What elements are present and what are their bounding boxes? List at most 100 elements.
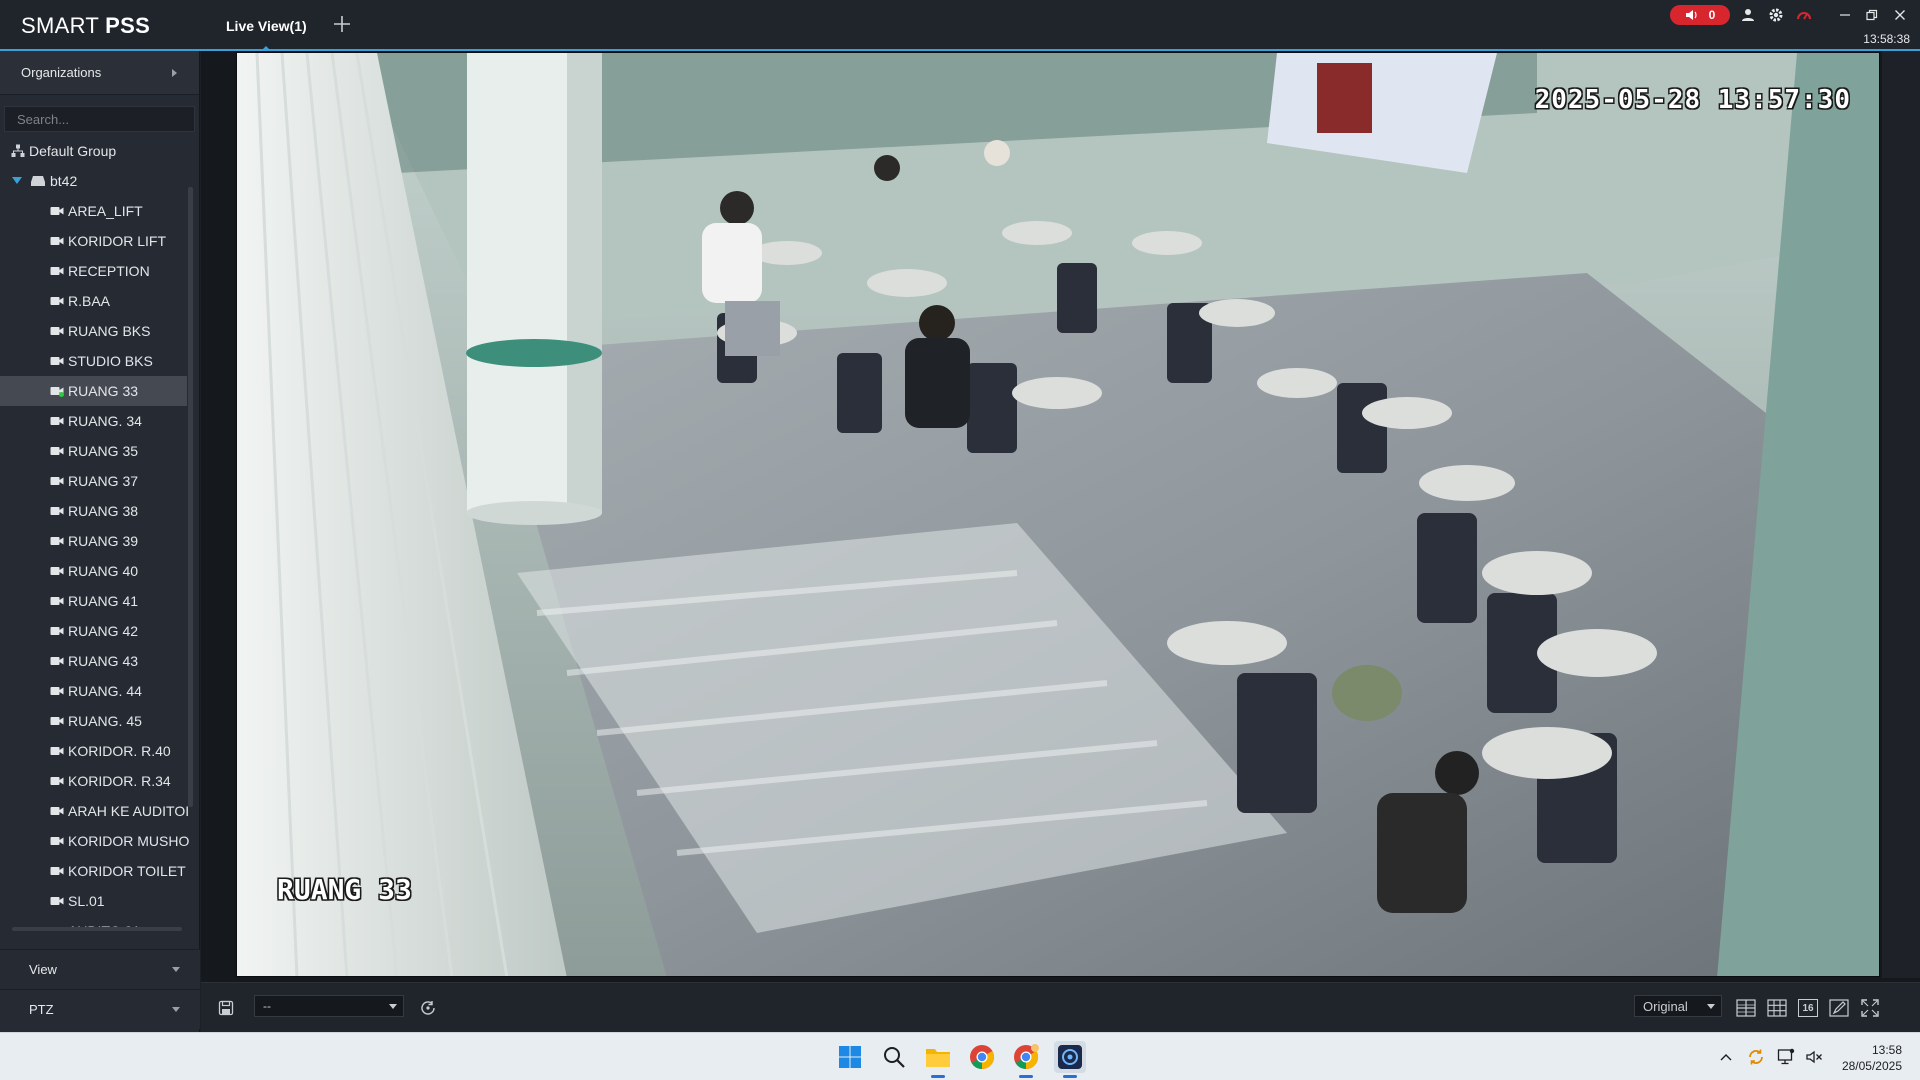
channel-label: AREA_LIFT: [68, 203, 143, 219]
view-section[interactable]: View: [0, 949, 200, 989]
add-tab-button[interactable]: [330, 12, 354, 36]
tree-channel-item[interactable]: RUANG 41: [0, 586, 190, 616]
close-button[interactable]: [1890, 5, 1910, 25]
tree-channel-item[interactable]: R.BAA: [0, 286, 190, 316]
performance-button[interactable]: [1794, 5, 1814, 25]
restore-button[interactable]: [1862, 5, 1882, 25]
tree-channel-item[interactable]: RUANG 40: [0, 556, 190, 586]
tree-channel-item[interactable]: KORIDOR LIFT: [0, 226, 190, 256]
layout-4-button[interactable]: [1734, 996, 1758, 1020]
tree-channel-item[interactable]: AUDITO 01: [0, 916, 190, 927]
restore-icon: [1866, 9, 1878, 21]
tree-scrollbar[interactable]: [188, 187, 193, 807]
organizations-header[interactable]: Organizations: [0, 51, 199, 95]
alarm-badge[interactable]: 0: [1670, 5, 1730, 25]
tree-channel-item[interactable]: RUANG 43: [0, 646, 190, 676]
chevron-down-icon: [172, 1006, 180, 1012]
channel-label: RUANG. 34: [68, 413, 142, 429]
tray-overflow-button[interactable]: [1716, 1047, 1736, 1067]
tree-channel-item[interactable]: SL.01: [0, 886, 190, 916]
custom-layout-button[interactable]: [1827, 996, 1851, 1020]
chevron-right-icon: [172, 68, 177, 77]
tree-channel-item[interactable]: RECEPTION: [0, 256, 190, 286]
tree-channel-item[interactable]: KORIDOR. R.34: [0, 766, 190, 796]
aspect-ratio-select[interactable]: Original: [1634, 995, 1722, 1017]
channel-label: RUANG 43: [68, 653, 139, 669]
fullscreen-button[interactable]: [1858, 996, 1882, 1020]
org-tree-icon: [11, 144, 25, 158]
video-right-panel: [1882, 51, 1920, 978]
taskbar-clock[interactable]: 13:58 28/05/2025: [1842, 1042, 1902, 1074]
start-button[interactable]: [834, 1041, 866, 1073]
fullscreen-icon: [1861, 999, 1879, 1017]
channel-label: RUANG 35: [68, 443, 139, 459]
tree-channel-item[interactable]: RUANG. 45: [0, 706, 190, 736]
search-box: [4, 106, 195, 132]
tree-channel-item[interactable]: KORIDOR MUSHO: [0, 826, 190, 856]
taskbar-search-button[interactable]: [878, 1041, 910, 1073]
channel-label: ARAH KE AUDITOI: [68, 803, 190, 819]
camera-icon: [50, 626, 64, 636]
channel-label: KORIDOR MUSHO: [68, 833, 190, 849]
ptz-section[interactable]: PTZ: [0, 989, 200, 1029]
camera-icon: [50, 266, 64, 276]
file-explorer-button[interactable]: [922, 1041, 954, 1078]
chrome-icon: [970, 1045, 995, 1069]
tray-sync-button[interactable]: [1746, 1047, 1766, 1067]
camera-icon: [50, 836, 64, 846]
tray-network-button[interactable]: [1776, 1047, 1796, 1067]
network-monitor-icon: [1777, 1048, 1795, 1065]
tree-channel-item[interactable]: RUANG BKS: [0, 316, 190, 346]
search-input[interactable]: [17, 111, 193, 127]
minimize-button[interactable]: [1835, 5, 1855, 25]
smart-pss-taskbar-button[interactable]: [1054, 1041, 1086, 1078]
refresh-button[interactable]: [416, 996, 440, 1020]
tree-channel-item[interactable]: KORIDOR TOILET: [0, 856, 190, 886]
camera-icon: [50, 716, 64, 726]
tab-live-view[interactable]: Live View(1): [212, 0, 321, 51]
channel-label: RUANG 38: [68, 503, 139, 519]
tree-channel-item[interactable]: RUANG 39: [0, 526, 190, 556]
camera-icon: [50, 506, 64, 516]
folder-icon: [926, 1049, 950, 1067]
settings-button[interactable]: [1766, 5, 1786, 25]
tree-device-bt42[interactable]: bt42: [0, 166, 190, 196]
tree-horizontal-scrollbar[interactable]: [12, 927, 182, 931]
tree-channel-item[interactable]: RUANG 37: [0, 466, 190, 496]
user-button[interactable]: [1738, 5, 1758, 25]
channel-label: RUANG 41: [68, 593, 139, 609]
tree-channel-item[interactable]: RUANG. 34: [0, 406, 190, 436]
tray-audio-button[interactable]: [1804, 1047, 1824, 1067]
tree-channel-item[interactable]: RUANG 42: [0, 616, 190, 646]
channel-label: RUANG. 45: [68, 713, 142, 729]
layout-9-button[interactable]: [1765, 996, 1789, 1020]
ptz-section-label: PTZ: [29, 1002, 54, 1017]
camera-icon: [50, 806, 64, 816]
channel-list: AREA_LIFT KORIDOR LIFT RECEPTION R.BAA RUANG…: [0, 196, 190, 927]
channel-label: RUANG 40: [68, 563, 139, 579]
expand-caret-icon[interactable]: [12, 177, 22, 185]
camera-icon: [50, 746, 64, 756]
channel-label: KORIDOR TOILET: [68, 863, 186, 879]
tree-channel-item[interactable]: RUANG. 44: [0, 676, 190, 706]
organizations-title: Organizations: [21, 65, 102, 80]
tree-channel-item[interactable]: RUANG 35: [0, 436, 190, 466]
layout-16-button[interactable]: 16: [1796, 996, 1820, 1020]
tree-channel-item[interactable]: KORIDOR. R.40: [0, 736, 190, 766]
tree-channel-item[interactable]: STUDIO BKS: [0, 346, 190, 376]
tree-group-default[interactable]: Default Group: [0, 136, 190, 166]
grid-3x3-icon: [1767, 999, 1787, 1017]
tree-channel-item[interactable]: RUANG 38: [0, 496, 190, 526]
chrome-profile-button[interactable]: [1010, 1041, 1042, 1078]
save-view-button[interactable]: [214, 996, 238, 1020]
channel-label: RUANG 42: [68, 623, 139, 639]
chrome-button[interactable]: [966, 1041, 998, 1073]
tree-channel-item[interactable]: AREA_LIFT: [0, 196, 190, 226]
tree-channel-item[interactable]: RUANG 33: [0, 376, 187, 406]
windows-taskbar: 13:58 28/05/2025: [0, 1032, 1920, 1080]
tree-channel-item[interactable]: ARAH KE AUDITOI: [0, 796, 190, 826]
video-window[interactable]: 2025-05-28 13:57:30 RUANG 33: [236, 52, 1880, 977]
layout-16-label: 16: [1802, 1002, 1814, 1014]
view-select[interactable]: --: [254, 995, 404, 1017]
channel-label: RUANG 37: [68, 473, 139, 489]
